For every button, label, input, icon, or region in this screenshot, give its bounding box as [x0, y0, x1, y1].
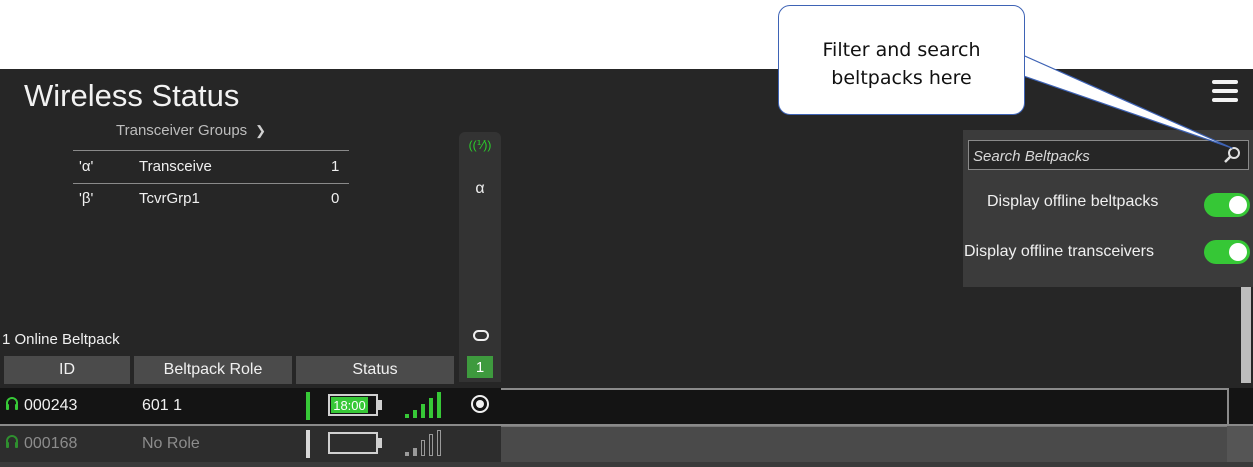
offline-transceivers-label: Display offline transceivers: [964, 243, 1155, 260]
battery-tip: [378, 438, 382, 448]
offline-transceivers-toggle[interactable]: [1204, 240, 1250, 264]
chevron-down-icon: ❯: [255, 123, 267, 138]
divider: [0, 462, 1253, 467]
scrollbar[interactable]: [1241, 287, 1251, 383]
transceiver-online-count: 1: [467, 356, 493, 378]
group-count: 0: [331, 190, 340, 207]
beltpack-id: 000243: [24, 397, 78, 414]
battery-icon: [328, 432, 378, 454]
callout-line-2: beltpacks here: [831, 67, 972, 89]
online-beltpack-count: 1 Online Beltpack: [2, 331, 120, 348]
group-name: Transceive: [139, 158, 212, 175]
transceiver-group-row[interactable]: 'α' Transceive 1: [73, 152, 349, 182]
transceiver-column[interactable]: ((⅟)) α 1: [459, 132, 501, 382]
beltpack-id: 000168: [24, 435, 78, 452]
transceiver-groups-label: Transceiver Groups: [116, 122, 248, 139]
page-title: Wireless Status: [24, 78, 240, 113]
column-header-status[interactable]: Status: [296, 356, 454, 384]
antenna-icon: ((⅟)): [468, 138, 492, 152]
group-name: TcvrGrp1: [139, 190, 200, 207]
status-bar: [306, 430, 310, 458]
status-bar: [306, 392, 310, 420]
callout-line-1: Filter and search: [822, 39, 981, 61]
table-row[interactable]: 000168 No Role: [0, 426, 1253, 463]
online-radio-icon: [471, 395, 489, 413]
offline-indicator-icon: [473, 330, 489, 341]
offline-beltpacks-label: Display offline beltpacks: [987, 193, 1159, 210]
offline-beltpacks-toggle[interactable]: [1204, 193, 1250, 217]
search-input[interactable]: [971, 144, 1215, 168]
beltpack-role: 601 1: [142, 397, 183, 414]
callout-box: Filter and search beltpacks here: [778, 5, 1025, 115]
headset-icon: [6, 397, 18, 410]
transceiver-symbol: α: [475, 180, 485, 197]
battery-icon: 18:00: [328, 394, 378, 416]
row-right: [501, 426, 1227, 463]
column-header-id[interactable]: ID: [4, 356, 130, 384]
headset-icon: [6, 435, 18, 448]
group-count: 1: [331, 158, 340, 175]
row-highlight: [501, 388, 1229, 426]
battery-time: 18:00: [331, 397, 368, 413]
signal-icon: [405, 430, 445, 456]
battery-tip: [378, 400, 382, 410]
search-icon[interactable]: [1223, 146, 1241, 164]
divider: [73, 150, 349, 151]
menu-icon[interactable]: [1212, 80, 1238, 102]
table-row[interactable]: 000243 601 1 18:00: [0, 388, 1253, 426]
transceiver-groups-dropdown[interactable]: Transceiver Groups ❯: [116, 122, 266, 139]
signal-icon: [405, 392, 445, 418]
group-symbol: 'β': [79, 190, 94, 207]
column-header-role[interactable]: Beltpack Role: [134, 356, 292, 384]
transceiver-group-row[interactable]: 'β' TcvrGrp1 0: [73, 184, 349, 214]
search-box[interactable]: [968, 140, 1249, 170]
beltpack-role: No Role: [142, 435, 200, 452]
group-symbol: 'α': [79, 158, 94, 175]
